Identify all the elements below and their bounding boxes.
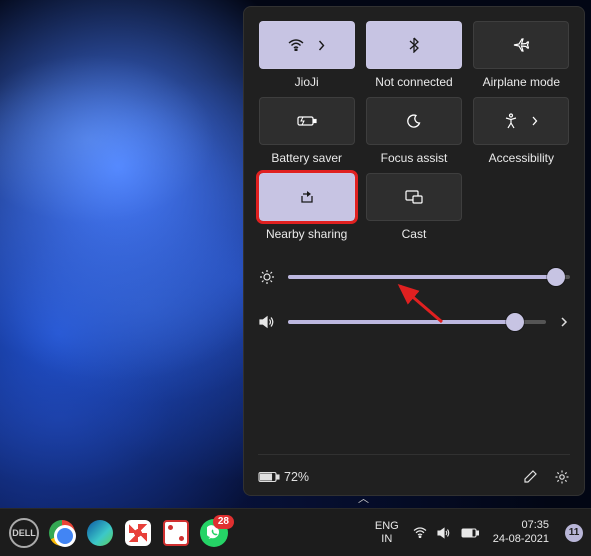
huawei-app-icon[interactable] [122, 517, 154, 549]
edit-quick-settings-button[interactable] [523, 469, 538, 485]
wifi-label: JioJi [295, 75, 319, 89]
nearby-sharing-label: Nearby sharing [266, 227, 347, 241]
moon-icon [407, 114, 421, 128]
accessibility-tile[interactable] [473, 97, 569, 145]
dell-app-icon[interactable]: DELL [8, 517, 40, 549]
settings-button[interactable] [554, 469, 570, 485]
whatsapp-app-icon[interactable]: 28 [198, 517, 230, 549]
battery-saver-label: Battery saver [271, 151, 342, 165]
battery-saver-tile[interactable] [259, 97, 355, 145]
accessibility-icon [504, 113, 518, 129]
wifi-tile[interactable] [259, 21, 355, 69]
focus-assist-tile[interactable] [366, 97, 462, 145]
airplane-label: Airplane mode [483, 75, 560, 89]
brightness-slider[interactable] [288, 275, 570, 279]
system-tray[interactable] [413, 527, 479, 539]
game-app-icon[interactable] [160, 517, 192, 549]
accessibility-label: Accessibility [489, 151, 554, 165]
taskbar: DELL 28 ENG IN 07:35 24-08-2021 [0, 508, 591, 556]
cast-label: Cast [402, 227, 427, 241]
chrome-app-icon[interactable] [46, 517, 78, 549]
volume-icon [258, 315, 276, 329]
focus-assist-label: Focus assist [381, 151, 448, 165]
share-icon [299, 190, 315, 204]
battery-saver-icon [297, 115, 317, 127]
cast-tile[interactable] [366, 173, 462, 221]
quick-settings-panel: JioJi Not connected Airplane mode [243, 6, 585, 496]
bluetooth-label: Not connected [375, 75, 452, 89]
wifi-icon [288, 39, 304, 51]
volume-tray-icon [437, 527, 451, 539]
brightness-icon [258, 269, 276, 285]
quick-settings-footer: 72% [258, 454, 570, 485]
brightness-slider-row [258, 269, 570, 285]
battery-status[interactable]: 72% [258, 470, 309, 484]
edge-app-icon[interactable] [84, 517, 116, 549]
clock[interactable]: 07:35 24-08-2021 [493, 519, 551, 545]
bluetooth-tile[interactable] [366, 21, 462, 69]
volume-output-chevron[interactable] [558, 316, 570, 328]
cast-icon [405, 190, 423, 204]
volume-slider-row [258, 315, 570, 329]
volume-slider[interactable] [288, 320, 546, 324]
language-indicator[interactable]: ENG IN [375, 520, 399, 545]
whatsapp-badge: 28 [213, 515, 234, 529]
notification-center-badge[interactable]: 11 [565, 524, 583, 542]
airplane-icon [513, 38, 529, 52]
nearby-sharing-tile[interactable] [259, 173, 355, 221]
wifi-tray-icon [413, 527, 427, 538]
chevron-right-icon [318, 40, 325, 51]
quick-settings-tiles: JioJi Not connected Airplane mode [258, 21, 570, 241]
airplane-mode-tile[interactable] [473, 21, 569, 69]
bluetooth-icon [409, 37, 419, 53]
chevron-right-icon [532, 116, 538, 126]
battery-tray-icon [461, 528, 479, 538]
tray-overflow-chevron[interactable]: ︿ [358, 490, 369, 506]
